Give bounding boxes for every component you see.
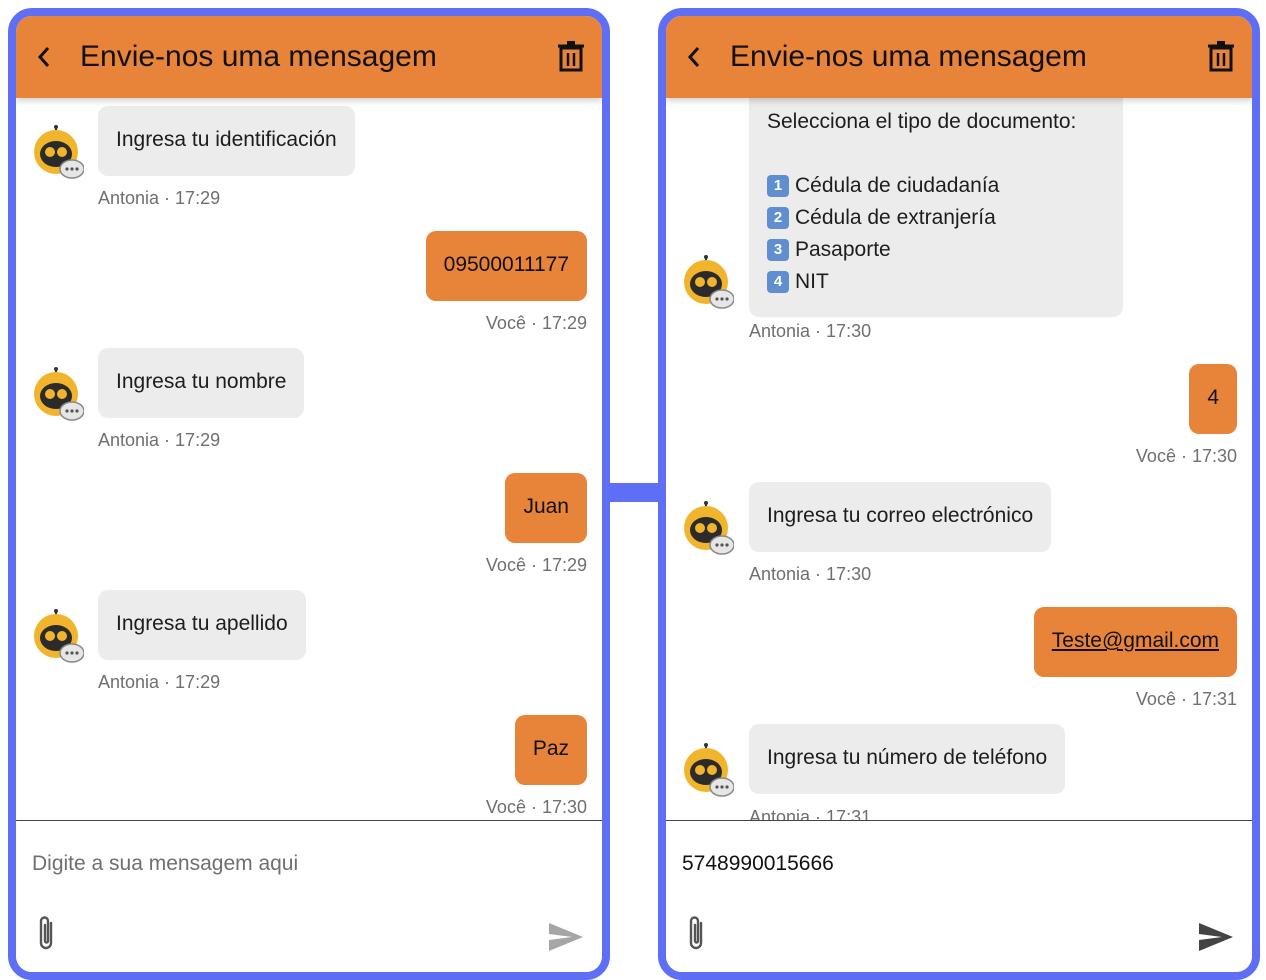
bot-message: Ingresa tu identificación: [98, 106, 355, 176]
bot-message: Ingresa tu nombre: [98, 348, 305, 418]
attach-button[interactable]: [34, 913, 60, 953]
user-message: 09500011177: [425, 231, 587, 301]
message-meta: Você · 17:29: [485, 555, 587, 575]
document-option: 4 NIT: [767, 266, 1105, 298]
bot-avatar: [30, 608, 85, 664]
page-title: Envie-nos uma mensagem: [730, 40, 1087, 73]
delete-button[interactable]: [1206, 39, 1236, 73]
chat-header: Envie-nos uma mensagem: [666, 16, 1252, 98]
bot-message: Ingresa tu número de teléfono: [749, 724, 1066, 794]
page-title: Envie-nos uma mensagem: [80, 40, 437, 73]
user-message: Juan: [505, 473, 587, 543]
message-input[interactable]: [682, 847, 1222, 881]
number-badge: 2: [767, 207, 789, 229]
send-button[interactable]: [1198, 921, 1234, 953]
message-meta: Antonia · 17:29: [98, 430, 221, 450]
message-meta: Você · 17:30: [1135, 446, 1237, 466]
message-meta: Antonia · 17:29: [98, 672, 221, 692]
message-meta: Antonia · 17:29: [98, 188, 221, 208]
send-icon: [1199, 923, 1233, 951]
bot-message: Ingresa tu correo electrónico: [749, 482, 1052, 552]
robot-avatar-icon: [684, 501, 735, 555]
number-badge: 4: [767, 271, 789, 293]
chevron-left-icon: [37, 47, 50, 67]
bot-avatar: [30, 366, 85, 422]
robot-avatar-icon: [684, 255, 735, 309]
option-label: Cédula de ciudadanía: [795, 174, 1000, 197]
chevron-left-icon: [687, 47, 700, 67]
trash-icon: [1208, 41, 1234, 72]
number-badge: 1: [767, 175, 789, 197]
document-option: 1 Cédula de ciudadanía: [767, 170, 1105, 202]
message-composer: [16, 821, 602, 972]
robot-avatar-icon: [34, 367, 85, 421]
chat-panel-left: Envie-nos uma mensagem Ingresa tu identi…: [8, 8, 610, 980]
message-composer: [666, 821, 1252, 972]
message-input[interactable]: [32, 847, 572, 881]
back-button[interactable]: [680, 40, 708, 74]
bot-avatar: [680, 254, 735, 310]
paperclip-icon: [39, 916, 53, 950]
number-badge: 3: [767, 239, 789, 261]
delete-button[interactable]: [556, 39, 586, 73]
option-label: Pasaporte: [795, 238, 891, 261]
user-message: 4: [1189, 364, 1237, 434]
option-label: Cédula de extranjería: [795, 206, 996, 229]
email-link[interactable]: Teste@gmail.com: [1052, 629, 1219, 652]
message-meta: Você · 17:29: [485, 313, 587, 333]
chat-panel-right: Envie-nos uma mensagem Selecciona el tip…: [658, 8, 1260, 980]
trash-icon: [558, 41, 584, 72]
back-button[interactable]: [30, 40, 58, 74]
bot-avatar: [30, 124, 85, 180]
message-meta: Você · 17:30: [485, 797, 587, 817]
robot-avatar-icon: [684, 743, 735, 797]
robot-avatar-icon: [34, 125, 85, 179]
document-prompt: Selecciona el tipo de documento:: [767, 110, 1077, 133]
panel-connector: [608, 483, 662, 502]
bot-avatar: [680, 742, 735, 798]
bot-avatar: [680, 500, 735, 556]
document-option: 3 Pasaporte: [767, 234, 1105, 266]
send-icon: [549, 923, 583, 951]
message-meta: Antonia · 17:30: [749, 321, 872, 341]
bot-message-document-options: Selecciona el tipo de documento: 1 Cédula…: [749, 76, 1123, 317]
paperclip-icon: [689, 916, 703, 950]
robot-avatar-icon: [34, 609, 85, 663]
message-meta: Você · 17:31: [1135, 689, 1237, 709]
document-option: 2 Cédula de extranjería: [767, 202, 1105, 234]
message-meta: Antonia · 17:30: [749, 564, 872, 584]
send-button[interactable]: [548, 921, 584, 953]
bot-message: Ingresa tu apellido: [98, 590, 306, 660]
attach-button[interactable]: [684, 913, 710, 953]
user-message: Teste@gmail.com: [1033, 607, 1237, 677]
user-message: Paz: [514, 715, 587, 785]
option-label: NIT: [795, 270, 829, 293]
chat-header: Envie-nos uma mensagem: [16, 16, 602, 98]
